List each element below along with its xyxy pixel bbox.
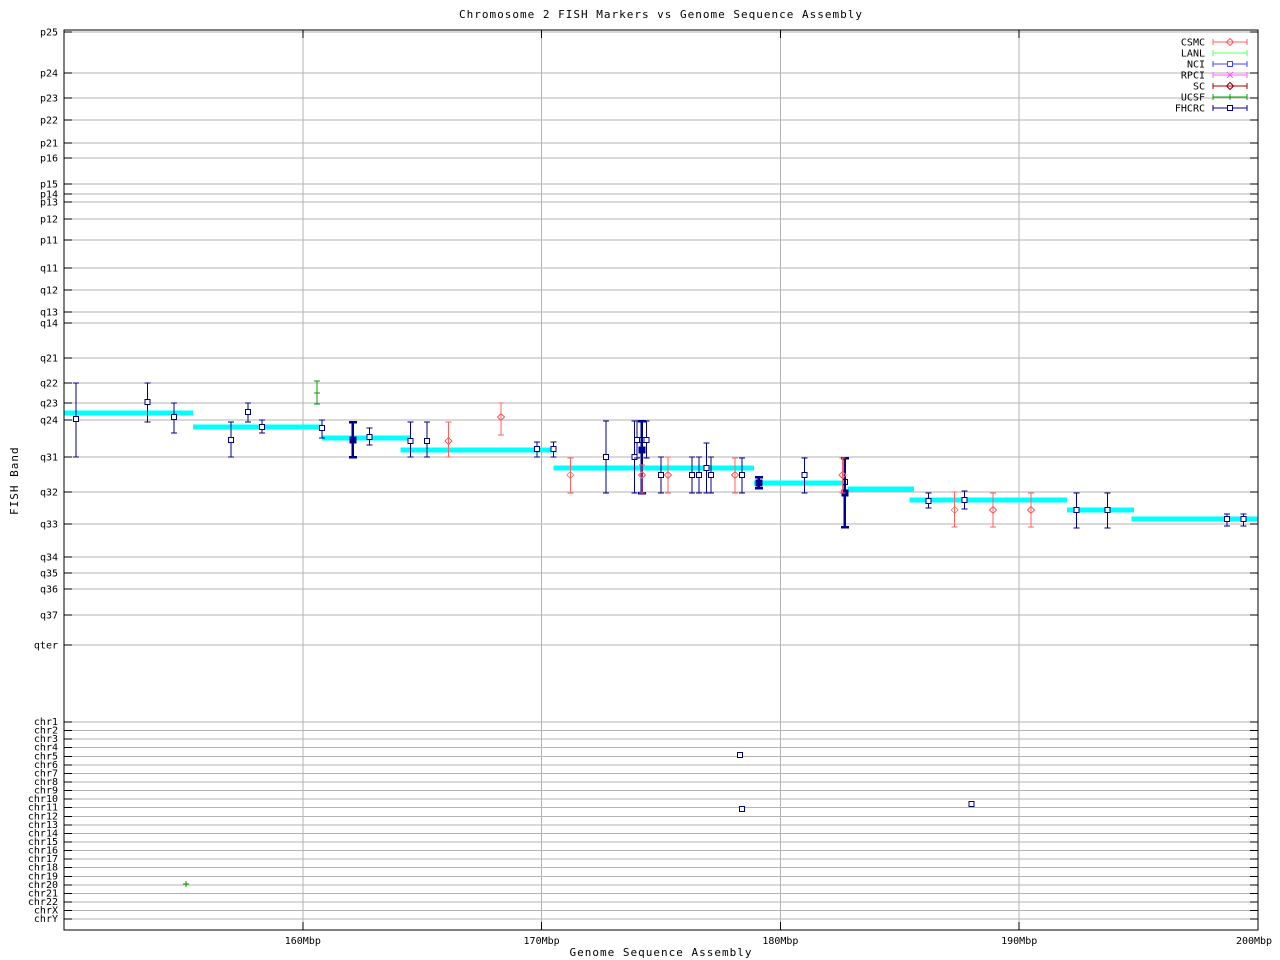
marker-square bbox=[259, 424, 266, 430]
marker-square bbox=[1227, 105, 1233, 111]
legend-label-csmc: CSMC bbox=[1181, 38, 1205, 49]
marker-square bbox=[643, 437, 650, 443]
y-band-label: p11 bbox=[40, 236, 58, 247]
y-band-label: q13 bbox=[40, 308, 58, 319]
marker-square bbox=[925, 498, 932, 504]
y-band-label: p23 bbox=[40, 94, 58, 105]
marker-square-filled bbox=[638, 446, 646, 454]
marker-square bbox=[1227, 61, 1233, 67]
y-band-label: p24 bbox=[40, 69, 58, 80]
marker-square bbox=[1223, 516, 1230, 522]
legend-label-nci: NCI bbox=[1187, 60, 1205, 71]
x-tick-label: 160Mbp bbox=[285, 936, 321, 947]
marker-square bbox=[631, 454, 638, 460]
legend-label-fhcrc: FHCRC bbox=[1175, 104, 1205, 115]
y-band-label: q37 bbox=[40, 611, 58, 622]
y-band-label: q36 bbox=[40, 585, 58, 596]
marker-square bbox=[961, 497, 968, 503]
marker-square bbox=[318, 425, 325, 431]
x-tick-label: 170Mbp bbox=[524, 936, 560, 947]
y-band-label: q35 bbox=[40, 569, 58, 580]
marker-square bbox=[696, 472, 703, 478]
marker-square bbox=[801, 472, 808, 478]
y-band-label: p12 bbox=[40, 215, 58, 226]
marker-square-filled bbox=[349, 436, 357, 444]
marker-square bbox=[533, 446, 540, 452]
y-band-label: q21 bbox=[40, 354, 58, 365]
marker-square bbox=[739, 472, 746, 478]
y-band-label: q31 bbox=[40, 453, 58, 464]
marker-square bbox=[1104, 507, 1111, 513]
y-band-label: p21 bbox=[40, 139, 58, 150]
y-band-label: qter bbox=[34, 641, 58, 652]
legend-label-ucsf: UCSF bbox=[1181, 93, 1205, 104]
y-band-label: q33 bbox=[40, 520, 58, 531]
y-band-label: q12 bbox=[40, 286, 58, 297]
marker-square bbox=[689, 472, 696, 478]
marker-square bbox=[658, 472, 664, 478]
fish-marker-plot: p25p24p23p22p21p16p15p14p13p12p11q11q12q… bbox=[28, 28, 1272, 948]
y-band-label: q23 bbox=[40, 399, 58, 410]
y-band-label: p13 bbox=[40, 198, 58, 209]
marker-square bbox=[634, 437, 641, 443]
marker-square bbox=[423, 438, 430, 444]
y-band-label: q34 bbox=[40, 553, 58, 564]
y-band-label: p16 bbox=[40, 154, 58, 165]
marker-square bbox=[736, 752, 743, 758]
legend-label-rpci: RPCI bbox=[1181, 71, 1205, 82]
marker-square bbox=[968, 801, 975, 807]
marker-square bbox=[1240, 516, 1247, 522]
marker-square bbox=[703, 465, 710, 471]
marker-square bbox=[170, 414, 177, 420]
y-band-label: q24 bbox=[40, 416, 58, 427]
marker-square bbox=[244, 409, 251, 415]
x-tick-label: 180Mbp bbox=[762, 936, 798, 947]
marker-square bbox=[603, 454, 610, 460]
y-band-label: p25 bbox=[40, 28, 58, 39]
chr-label: chrY bbox=[34, 914, 58, 925]
marker-square bbox=[407, 438, 414, 444]
marker-square bbox=[739, 806, 746, 812]
marker-square bbox=[144, 399, 151, 405]
marker-square bbox=[72, 416, 79, 422]
marker-square bbox=[366, 434, 373, 440]
y-band-label: p22 bbox=[40, 116, 58, 127]
marker-square-filled bbox=[755, 479, 763, 487]
marker-square bbox=[708, 472, 715, 478]
legend-label-sc: SC bbox=[1193, 82, 1205, 93]
chart-page: { "title": "Chromosome 2 FISH Markers vs… bbox=[0, 0, 1280, 960]
x-tick-label: 200Mbp bbox=[1236, 936, 1272, 947]
legend-label-lanl: LANL bbox=[1181, 49, 1205, 60]
marker-square bbox=[550, 446, 557, 452]
y-band-label: q22 bbox=[40, 379, 58, 390]
marker-square bbox=[1073, 507, 1080, 513]
marker-square bbox=[228, 437, 235, 443]
y-band-label: q14 bbox=[40, 319, 58, 330]
x-tick-label: 190Mbp bbox=[1001, 936, 1037, 947]
y-band-label: q32 bbox=[40, 488, 58, 499]
y-band-label: q11 bbox=[40, 264, 58, 275]
